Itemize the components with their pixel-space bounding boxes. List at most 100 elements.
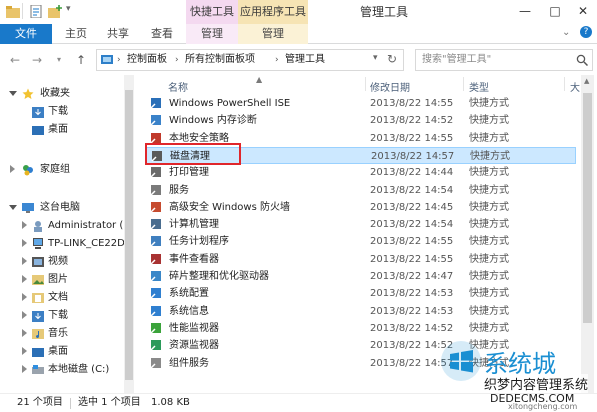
tab-view[interactable]: 查看 — [144, 24, 180, 44]
nav-documents[interactable]: 文档 — [0, 289, 124, 307]
nav-label: 音乐 — [48, 328, 68, 339]
expand-arrow-icon[interactable] — [22, 329, 27, 337]
breadcrumb-control-panel[interactable]: 控制面板 — [127, 50, 167, 70]
shortcut-icon — [150, 340, 161, 351]
expand-arrow-icon[interactable] — [22, 311, 27, 319]
expand-arrow-icon[interactable] — [9, 205, 17, 210]
context-group-app-tools: 应用程序工具 — [238, 0, 308, 24]
search-icon[interactable] — [576, 54, 588, 66]
tab-file[interactable]: 文件 — [0, 24, 52, 44]
column-divider[interactable] — [463, 77, 464, 91]
close-button[interactable]: ✕ — [568, 0, 597, 22]
recent-locations-icon[interactable]: ▾ — [52, 53, 66, 67]
shortcut-icon — [150, 167, 161, 178]
shortcut-icon — [150, 322, 161, 334]
file-row[interactable]: 打印管理 2013/8/22 14:44 快捷方式 — [146, 164, 576, 181]
file-row[interactable]: Windows 内存诊断 2013/8/22 14:52 快捷方式 — [146, 112, 576, 129]
nav-scrollbar-thumb[interactable] — [125, 90, 133, 380]
expand-arrow-icon[interactable] — [22, 293, 27, 301]
forward-arrow-icon[interactable]: → — [30, 53, 44, 67]
expand-arrow-icon[interactable] — [10, 165, 15, 173]
nav-label: 下载 — [48, 310, 68, 321]
nav-label: 文档 — [48, 292, 68, 303]
user-folder-icon — [34, 221, 42, 232]
tab-home[interactable]: 主页 — [58, 24, 94, 44]
nav-tplink[interactable]: TP-LINK_CE22D — [0, 235, 125, 253]
shortcut-icon — [150, 132, 161, 144]
nav-desktop-pc[interactable]: 桌面 — [0, 343, 124, 361]
file-row[interactable]: 性能监视器 2013/8/22 14:52 快捷方式 — [146, 320, 576, 337]
minimize-button[interactable]: — — [510, 0, 540, 22]
nav-local-disk[interactable]: 本地磁盘 (C:) — [0, 361, 124, 379]
nav-label: 下载 — [48, 106, 68, 117]
file-row[interactable]: 系统信息 2013/8/22 14:53 快捷方式 — [146, 303, 576, 320]
refresh-icon[interactable]: ↻ — [387, 52, 397, 66]
nav-downloads-pc[interactable]: 下载 — [0, 307, 124, 325]
file-name: 组件服务 — [169, 357, 209, 369]
file-row[interactable]: 服务 2013/8/22 14:54 快捷方式 — [146, 182, 576, 199]
file-row[interactable]: 碎片整理和优化驱动器 2013/8/22 14:47 快捷方式 — [146, 268, 576, 285]
nav-label: 收藏夹 — [40, 88, 70, 99]
tab-manage-app[interactable]: 管理 — [238, 24, 308, 44]
tab-share[interactable]: 共享 — [100, 24, 136, 44]
maximize-button[interactable]: □ — [540, 0, 570, 22]
video-folder-icon — [32, 257, 44, 267]
file-list-scrollbar-thumb[interactable] — [583, 93, 592, 323]
file-row[interactable]: 系统配置 2013/8/22 14:53 快捷方式 — [146, 285, 576, 302]
expand-arrow-icon[interactable] — [22, 257, 27, 265]
expand-arrow-icon[interactable] — [22, 275, 27, 283]
column-divider[interactable] — [564, 77, 565, 91]
file-date: 2013/8/22 14:55 — [370, 253, 454, 265]
file-type: 快捷方式 — [469, 184, 509, 196]
shortcut-icon — [150, 219, 161, 230]
file-row[interactable]: 计算机管理 2013/8/22 14:54 快捷方式 — [146, 216, 576, 233]
scroll-up-icon[interactable]: ▲ — [584, 77, 589, 85]
nav-homegroup[interactable]: 家庭组 — [0, 161, 124, 179]
nav-pictures[interactable]: 图片 — [0, 271, 124, 289]
nav-downloads[interactable]: 下载 — [0, 103, 124, 121]
breadcrumb-separator: › — [117, 55, 121, 65]
file-row[interactable]: 高级安全 Windows 防火墙 2013/8/22 14:45 快捷方式 — [146, 199, 576, 216]
divider — [70, 398, 71, 409]
file-row[interactable]: 任务计划程序 2013/8/22 14:55 快捷方式 — [146, 233, 576, 250]
expand-arrow-icon[interactable] — [22, 239, 27, 247]
nav-administrator[interactable]: Administrator ( — [0, 217, 124, 235]
expand-arrow-icon[interactable] — [22, 347, 27, 355]
ribbon-expand-icon[interactable]: ⌄ — [562, 27, 570, 38]
nav-this-pc[interactable]: 这台电脑 — [0, 199, 124, 217]
nav-favorites[interactable]: 收藏夹 — [0, 85, 124, 103]
divider — [22, 3, 23, 19]
expand-arrow-icon[interactable] — [22, 365, 27, 373]
back-arrow-icon[interactable]: ← — [8, 53, 22, 67]
sort-arrow-icon: ▲ — [256, 75, 263, 84]
breadcrumb-admin-tools[interactable]: 管理工具 — [285, 50, 325, 70]
address-field[interactable]: › 控制面板 › 所有控制面板项 › 管理工具 ▾ ↻ — [96, 49, 404, 71]
nav-label: Administrator ( — [48, 220, 124, 231]
expand-arrow-icon[interactable] — [9, 91, 17, 96]
nav-label: 这台电脑 — [40, 202, 80, 213]
file-row[interactable]: 事件查看器 2013/8/22 14:55 快捷方式 — [146, 251, 576, 268]
up-arrow-icon[interactable]: ↑ — [74, 53, 88, 67]
nav-label: 家庭组 — [40, 164, 70, 175]
nav-music[interactable]: 音乐 — [0, 325, 124, 343]
nav-scrollbar[interactable] — [124, 75, 134, 393]
file-date: 2013/8/22 14:47 — [370, 271, 454, 282]
nav-desktop[interactable]: 桌面 — [0, 121, 124, 139]
file-row[interactable]: Windows PowerShell ISE 2013/8/22 14:55 快捷方… — [146, 95, 576, 112]
tab-manage-shortcut[interactable]: 管理 — [186, 24, 238, 44]
new-folder-icon[interactable] — [48, 5, 62, 18]
help-icon[interactable]: ? — [580, 26, 592, 38]
column-divider[interactable] — [365, 77, 366, 91]
address-dropdown-icon[interactable]: ▾ — [373, 53, 378, 63]
nav-videos[interactable]: 视频 — [0, 253, 124, 271]
windows-logo-icon — [441, 341, 481, 381]
file-date: 2013/8/22 14:52 — [370, 115, 454, 127]
nav-label: 图片 — [48, 274, 68, 285]
breadcrumb-all-items[interactable]: 所有控制面板项 — [185, 50, 255, 70]
properties-icon[interactable] — [30, 5, 44, 18]
desktop-icon — [32, 126, 44, 135]
search-input[interactable]: 搜索"管理工具" — [415, 49, 593, 71]
file-date: 2013/8/22 14:54 — [370, 219, 454, 231]
quick-access-dropdown-icon[interactable]: ▾ — [66, 4, 71, 14]
expand-arrow-icon[interactable] — [22, 221, 27, 229]
